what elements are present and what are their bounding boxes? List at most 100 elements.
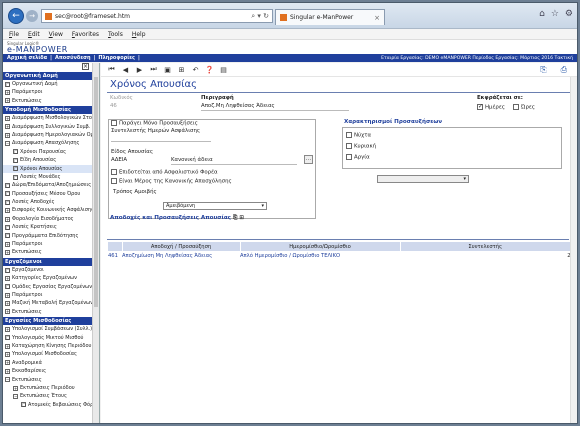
table-row[interactable]: 461 Αποζημίωση Μη Ληφθείσας Άδειας Απλό … (108, 251, 571, 261)
regular-employment-checkbox[interactable] (111, 178, 117, 184)
menu-edit[interactable]: Edit (28, 31, 40, 38)
sidebar-item[interactable]: + Εκτυπώσεις Περιόδου (3, 384, 93, 392)
sidebar-item[interactable]: □ Προσαυξήσεις Μέσου Όρου (3, 190, 93, 198)
main-scrollbar[interactable] (570, 77, 577, 423)
produces-only-checkbox[interactable] (111, 120, 117, 126)
sidebar-item[interactable]: + Κατηγορίες Εργαζομένων (3, 274, 93, 282)
nav-logout-link[interactable]: Αποσύνδεση (55, 55, 91, 61)
subsidized-checkbox[interactable] (111, 169, 117, 175)
close-tab-icon[interactable]: × (374, 14, 380, 22)
produces-only-option[interactable]: Παράγει Μόνο Προσαυξήσεις (111, 120, 198, 127)
sidebar-item[interactable]: + Εκτυπώσεις (3, 97, 93, 105)
help-icon[interactable]: ❓ (205, 65, 214, 74)
sidebar-scrollbar[interactable] (92, 63, 99, 423)
sidebar-section-header[interactable]: Εργαζόμενοι (3, 257, 99, 266)
menu-file[interactable]: File (9, 31, 19, 38)
sidebar-item[interactable]: + Παράμετροι (3, 291, 93, 299)
grid-export-icon[interactable]: ⎘ (233, 215, 237, 221)
sidebar-item[interactable]: + Εκκαθαρίσεις (3, 367, 93, 375)
last-record-icon[interactable]: ⏭ (149, 65, 158, 74)
export-icon[interactable]: ⎘ (540, 65, 546, 75)
sidebar-item[interactable]: + Διαμόρφωση Συλλογικών Συμβ. (3, 123, 93, 131)
sidebar-item[interactable]: □ Χρόνοι Παρουσίας (3, 148, 93, 156)
address-bar[interactable]: sec@root@frameset.htm ⌕ ▾ ↻ (41, 9, 273, 23)
menu-help[interactable]: Help (132, 31, 146, 38)
sidebar-item[interactable]: □ Λοιπές Μονάδες (3, 173, 93, 181)
sidebar-item[interactable]: □ Λοιπές Κρατήσεις (3, 223, 93, 231)
search-refresh-icon[interactable]: ⌕ ▾ ↻ (251, 12, 269, 21)
sidebar-item[interactable]: − Εκτυπώσεις (3, 376, 93, 384)
column-header-earning[interactable]: Αποδοχή / Προσαύξηση (122, 242, 241, 251)
settings-gear-icon[interactable]: ⚙ (565, 9, 573, 19)
night-option[interactable]: Νύχτα (346, 132, 371, 139)
hours-checkbox[interactable] (513, 104, 519, 110)
lookup-icon[interactable]: … (304, 155, 313, 164)
grid-add-icon[interactable]: ⊞ (239, 215, 244, 221)
sidebar-item[interactable]: □ Ομάδες Εργασίας Εργαζομένων (3, 283, 93, 291)
favorites-star-icon[interactable]: ☆ (551, 9, 559, 19)
sidebar-item[interactable]: + Εκτυπώσεις (3, 308, 93, 316)
sidebar-item[interactable]: □ Προγράμματα Επιδότησης (3, 232, 93, 240)
save-icon[interactable]: ▣ (163, 65, 172, 74)
pay-method-select[interactable]: Αμειβόμενη ▾ (163, 202, 267, 210)
sidebar-section-header[interactable]: Εργασίες Μισθοδοσίας (3, 317, 99, 326)
new-record-icon[interactable]: ⊞ (177, 65, 186, 74)
night-checkbox[interactable] (346, 132, 352, 138)
sidebar-item[interactable]: + Υπολογισμοί Μισθοδοσίας (3, 350, 93, 358)
prev-record-icon[interactable]: ◀ (121, 65, 130, 74)
forward-arrow-icon[interactable]: → (26, 10, 38, 22)
sidebar-item[interactable]: □ Οργανωτική Δομή (3, 80, 93, 88)
sidebar-item[interactable]: + Παράμετροι (3, 88, 93, 96)
sidebar-section-header[interactable]: Υποδομή Μισθοδοσίας (3, 106, 99, 115)
sidebar-item[interactable]: □ Είδη Απουσίας (3, 156, 93, 164)
column-header-coefficient[interactable]: Συντελεστής (400, 242, 571, 251)
regular-employment-option[interactable]: Είναι Μέρος της Κανονικής Απασχόλησης (111, 178, 232, 185)
sidebar-item[interactable]: − Εκτυπώσεις Έτους (3, 392, 93, 400)
browser-tab[interactable]: Singular e-ManPower × (275, 9, 385, 25)
sidebar-item[interactable]: + Αναδρομικά (3, 359, 93, 367)
sidebar-item[interactable]: + Παράμετροι (3, 240, 93, 248)
undo-icon[interactable]: ↶ (191, 65, 200, 74)
nav-info-link[interactable]: Πληροφορίες (98, 55, 135, 61)
sidebar-item[interactable]: − Διαμόρφωση Απασχόλησης (3, 139, 93, 147)
absence-type-code[interactable]: ΑΔΕΙΑ (111, 157, 127, 163)
next-record-icon[interactable]: ▶ (135, 65, 144, 74)
menu-tools[interactable]: Tools (108, 31, 123, 38)
sidebar-item[interactable]: □ Λοιπές Αποδοχές (3, 198, 93, 206)
menu-favorites[interactable]: Favorites (72, 31, 99, 38)
holiday-option[interactable]: Αργία (346, 154, 370, 161)
sidebar-item[interactable]: + Καταχώρηση Κίνησης Περιόδου (3, 342, 93, 350)
close-sidebar-icon[interactable]: × (82, 63, 89, 70)
holiday-checkbox[interactable] (346, 154, 352, 160)
first-record-icon[interactable]: ⏮ (107, 65, 116, 74)
sidebar-item[interactable]: □ Ατομικές Βεβαιώσεις Φόρου (3, 401, 93, 409)
sidebar-item[interactable]: + Μαζική Μεταβολή Εργαζομένων (3, 299, 93, 307)
nav-home-link[interactable]: Αρχική σελίδα (7, 55, 47, 61)
express-days-option[interactable]: Ημέρες (477, 103, 505, 111)
print-icon[interactable]: ⎙ (561, 65, 567, 75)
column-header-code[interactable] (108, 242, 123, 251)
sidebar-item[interactable]: □ Εργαζόμενοι (3, 266, 93, 274)
sidebar-item[interactable]: + Διαμόρφωση Ημερολογιακών Ορ. (3, 131, 93, 139)
days-checkbox[interactable] (477, 103, 483, 110)
sidebar-section-header[interactable]: Οργανωτική Δομή (3, 72, 99, 80)
sidebar-item[interactable]: □ Χρόνοι Απουσίας (3, 164, 93, 173)
express-hours-option[interactable]: Ώρες (513, 104, 535, 111)
sidebar-item[interactable]: □ Δώρα/Επιδόματα/Αποζημιώσεις (3, 181, 93, 189)
list-icon[interactable]: ▤ (219, 65, 228, 74)
description-field[interactable]: Αποζ.Μη Ληφθείσας Άδειας (201, 103, 349, 111)
scrollbar-thumb[interactable] (94, 77, 98, 307)
sidebar-item[interactable]: □ Υπολογισμός Μικτού Μισθού (3, 334, 93, 342)
sidebar-item[interactable]: + Διαμόρφωση Μισθολογικών Στοιχ. (3, 114, 93, 122)
menu-view[interactable]: View (49, 31, 63, 38)
subsidized-option[interactable]: Επιδοτείται από Ασφαλιστικό Φορέα (111, 169, 218, 176)
insurance-days-field[interactable] (111, 136, 211, 142)
column-header-wage[interactable]: Ημερομίσθιο/Ωρομίσθιο (240, 242, 401, 251)
holiday-select[interactable]: ▾ (377, 175, 469, 183)
home-icon[interactable]: ⌂ (539, 9, 545, 19)
sidebar-item[interactable]: + Φορολογία Εισοδήματος (3, 215, 93, 223)
sidebar-item[interactable]: + Υπολογισμοί Συμβάσεων (Συλλ.) (3, 325, 93, 333)
sunday-checkbox[interactable] (346, 143, 352, 149)
sidebar-item[interactable]: + Εκτυπώσεις (3, 248, 93, 256)
sunday-option[interactable]: Κυριακή (346, 143, 376, 150)
